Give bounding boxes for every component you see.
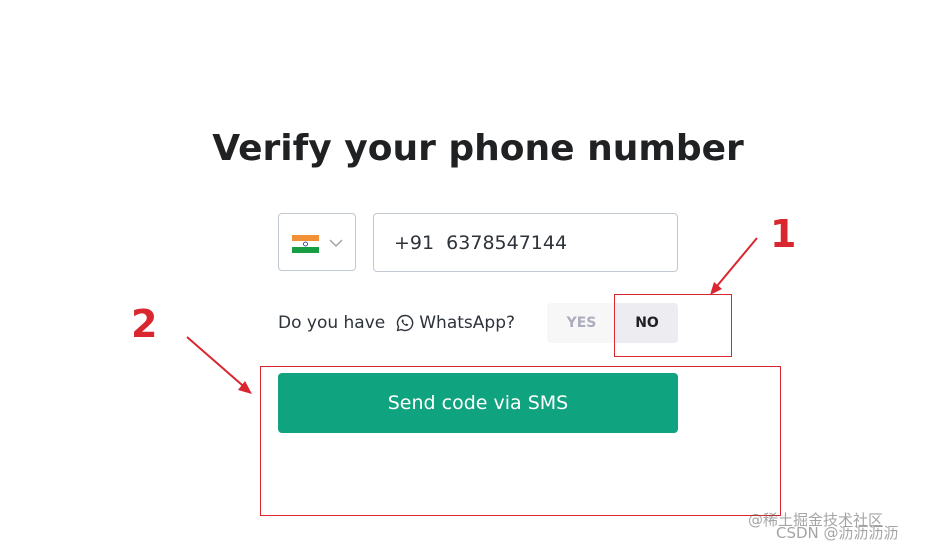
annotation-arrow-1 — [710, 237, 758, 295]
annotation-arrow-2 — [186, 336, 252, 394]
whatsapp-question-prefix: Do you have — [278, 313, 386, 333]
page-title: Verify your phone number — [212, 128, 744, 169]
country-code-select[interactable] — [278, 213, 356, 271]
annotation-box-1 — [614, 294, 732, 357]
annotation-marker-1: 1 — [770, 212, 797, 256]
whatsapp-icon — [397, 314, 414, 332]
annotation-marker-2: 2 — [131, 302, 158, 346]
whatsapp-question-app: WhatsApp? — [419, 313, 516, 333]
whatsapp-question: Do you have WhatsApp? — [278, 312, 515, 334]
chevron-down-icon — [329, 239, 343, 248]
annotation-box-2 — [260, 366, 781, 516]
phone-number-input[interactable] — [373, 213, 678, 272]
india-flag-icon — [292, 235, 319, 253]
whatsapp-yes-toggle[interactable]: YES — [547, 303, 616, 343]
watermark-csdn: CSDN @沥沥沥沥 — [776, 524, 899, 542]
